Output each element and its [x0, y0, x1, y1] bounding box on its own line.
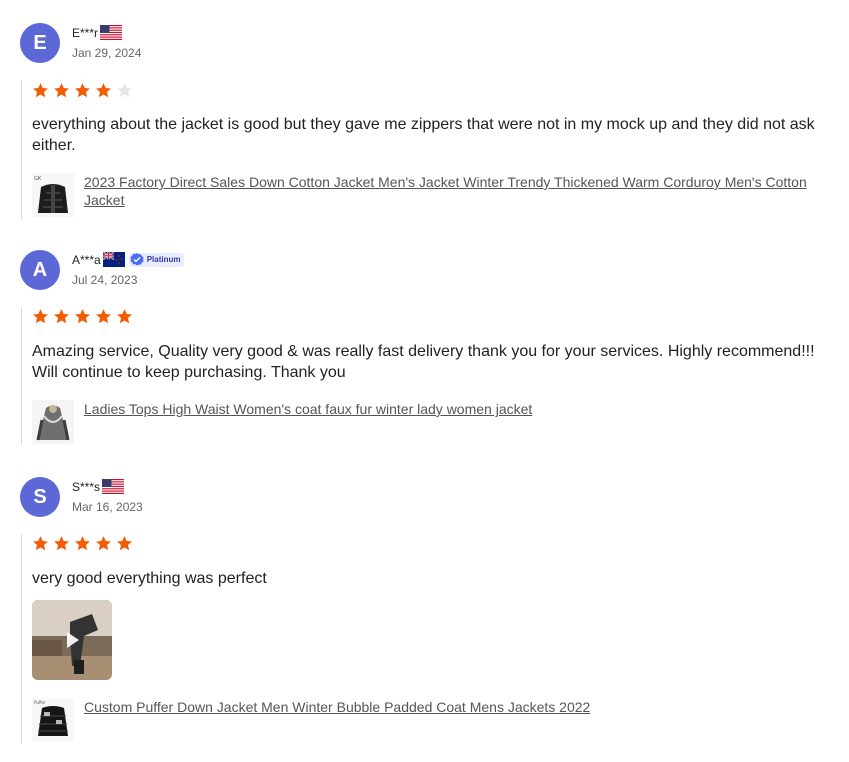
product-link[interactable]: 2023 Factory Direct Sales Down Cotton Ja…	[84, 173, 824, 209]
star-icon	[33, 83, 48, 98]
platinum-badge: Platinum	[128, 252, 185, 267]
product-thumbnail[interactable]	[32, 400, 74, 444]
avatar: S	[20, 477, 60, 517]
star-icon	[96, 83, 111, 98]
product-link-row[interactable]: GK 2023 Factory Direct Sales Down Cotton…	[32, 173, 824, 217]
product-link[interactable]: Ladies Tops High Waist Women's coat faux…	[84, 400, 824, 418]
reviewer-name: A***a	[72, 252, 101, 267]
svg-text:GK: GK	[34, 176, 42, 182]
star-rating	[32, 535, 133, 552]
reviewer-name: E***r	[72, 25, 99, 40]
star-icon	[75, 309, 90, 324]
review-date: Jul 24, 2023	[72, 273, 138, 287]
review-date: Jan 29, 2024	[72, 46, 142, 60]
star-icon	[75, 536, 90, 551]
review-date: Mar 16, 2023	[72, 500, 143, 514]
review-body: everything about the jacket is good but …	[21, 80, 815, 220]
svg-text:Puffer: Puffer	[34, 700, 46, 705]
product-thumbnail[interactable]: Puffer	[32, 698, 74, 742]
star-rating	[32, 308, 133, 325]
nz-flag-icon	[102, 252, 125, 267]
review-video-thumbnail[interactable]	[32, 600, 112, 680]
product-thumbnail[interactable]: GK	[32, 173, 74, 217]
review-text: very good everything was perfect	[32, 570, 267, 587]
us-flag-icon	[100, 25, 123, 40]
star-icon	[33, 309, 48, 324]
review-body: Amazing service, Quality very good & was…	[21, 307, 815, 445]
verified-check-icon	[130, 252, 144, 265]
star-icon	[54, 536, 69, 551]
product-link-row[interactable]: Ladies Tops High Waist Women's coat faux…	[32, 400, 824, 444]
star-icon	[33, 536, 48, 551]
product-link[interactable]: Custom Puffer Down Jacket Men Winter Bub…	[84, 698, 824, 716]
us-flag-icon	[102, 479, 125, 494]
reviewer-name-line: A***a Platinum	[72, 252, 185, 267]
star-empty-icon	[117, 83, 132, 98]
review-text: Amazing service, Quality very good & was…	[32, 343, 815, 381]
star-icon	[54, 309, 69, 324]
reviewer-name: S***s	[72, 479, 101, 494]
star-icon	[54, 83, 69, 98]
star-icon	[96, 309, 111, 324]
avatar: E	[20, 23, 60, 63]
play-icon[interactable]	[62, 630, 82, 650]
star-icon	[117, 536, 132, 551]
review-text: everything about the jacket is good but …	[32, 116, 815, 154]
review-body: very good everything was perfect Puffer	[21, 534, 590, 744]
star-rating	[32, 82, 133, 99]
avatar: A	[20, 250, 60, 290]
star-icon	[117, 309, 132, 324]
reviewer-name-line: E***r	[72, 25, 123, 40]
star-icon	[96, 536, 111, 551]
product-link-row[interactable]: Puffer Custom Puffer Down Jacket Men Win…	[32, 698, 824, 742]
reviewer-name-line: S***s	[72, 479, 125, 494]
star-icon	[75, 83, 90, 98]
